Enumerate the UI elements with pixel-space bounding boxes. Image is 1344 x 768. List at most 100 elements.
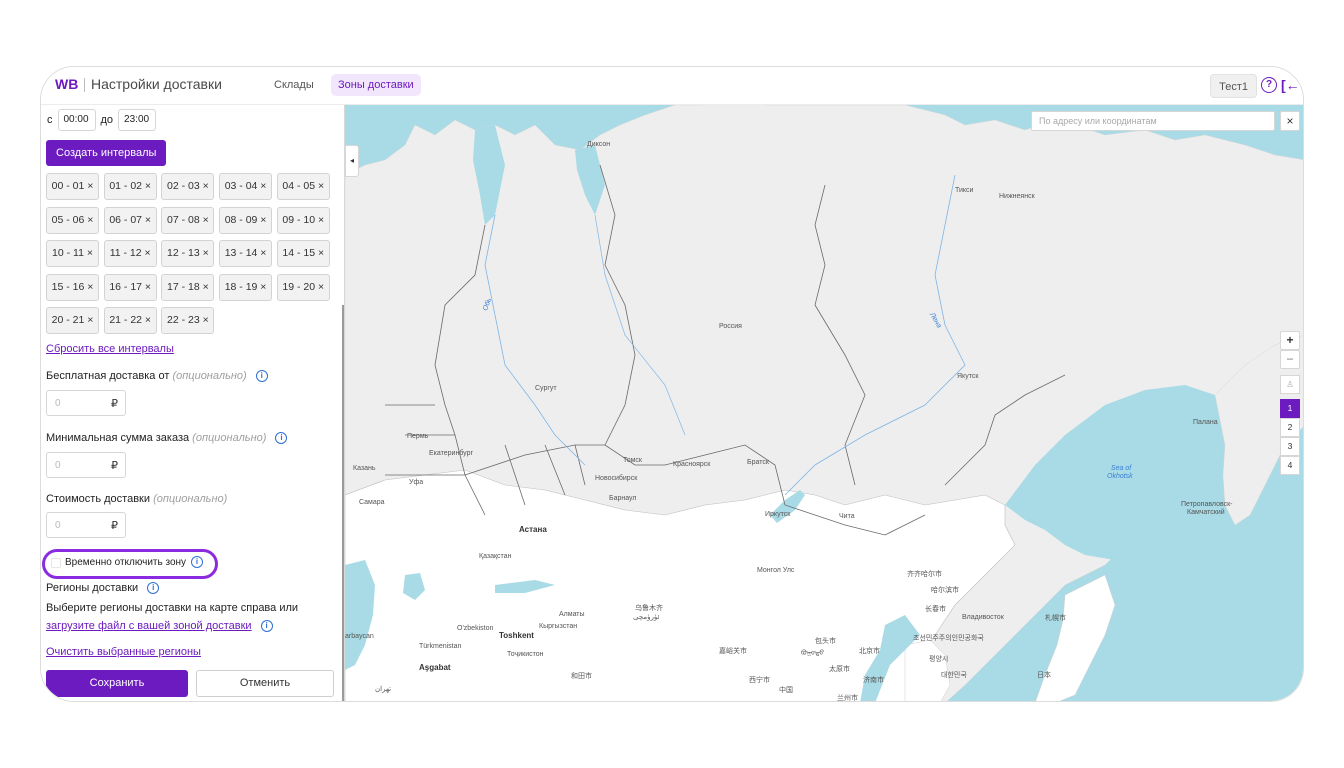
interval-chip[interactable]: 09 - 10 × bbox=[276, 206, 330, 234]
time-to-label: до bbox=[100, 114, 114, 126]
map-label-country: Қазақстан bbox=[479, 553, 512, 560]
logout-icon[interactable]: [← bbox=[1281, 76, 1300, 94]
map-label-city: Братск bbox=[747, 459, 769, 466]
info-icon[interactable]: i bbox=[275, 432, 288, 445]
info-icon[interactable]: i bbox=[191, 556, 203, 568]
map-label-country: 대한민국 bbox=[941, 672, 967, 679]
upload-row: загрузите файл с вашей зоной доставки i bbox=[46, 620, 273, 633]
map-label-city: 北京市 bbox=[859, 648, 880, 655]
map-label-city: Красноярск bbox=[673, 461, 711, 468]
map-label-country: Тоҷикистон bbox=[507, 651, 544, 658]
interval-chip[interactable]: 05 - 06 × bbox=[46, 206, 99, 234]
map-label-city: 兰州市 bbox=[837, 695, 858, 702]
map-label-city: 长春市 bbox=[925, 606, 946, 613]
close-icon[interactable]: × bbox=[1280, 111, 1300, 131]
placeholder: 0 bbox=[55, 520, 61, 531]
min-order-input[interactable]: 0 ₽ bbox=[46, 452, 126, 478]
map-label-country: 中国 bbox=[779, 687, 793, 694]
person-icon[interactable]: ♙ bbox=[1280, 375, 1300, 394]
map-label-country: 日本 bbox=[1037, 672, 1051, 679]
map-canvas[interactable] bbox=[345, 105, 1304, 702]
map-label-city: Уфа bbox=[409, 479, 424, 486]
map-label-city: ئۈرۈمچى bbox=[633, 614, 660, 621]
interval-chip[interactable]: 12 - 13 × bbox=[161, 240, 215, 267]
help-icon[interactable]: ? bbox=[1261, 77, 1277, 93]
interval-chip[interactable]: 22 - 23 × bbox=[161, 307, 215, 334]
tab-delivery-zones[interactable]: Зоны доставки bbox=[331, 74, 421, 96]
optional-hint: (опционально) bbox=[172, 370, 247, 382]
time-from-input[interactable]: 00:00 bbox=[57, 109, 96, 131]
form-actions: Сохранить Отменить bbox=[46, 670, 334, 698]
interval-chip[interactable]: 00 - 01 × bbox=[46, 173, 99, 200]
delivery-cost-input[interactable]: 0 ₽ bbox=[46, 512, 126, 538]
interval-chip[interactable]: 19 - 20 × bbox=[276, 273, 330, 301]
page-title: Настройки доставки bbox=[91, 76, 222, 92]
user-account-button[interactable]: Тест1 bbox=[1210, 74, 1257, 98]
cancel-button[interactable]: Отменить bbox=[196, 670, 334, 697]
interval-chip[interactable]: 08 - 09 × bbox=[219, 206, 273, 234]
map-label-city: Петропавловск- bbox=[1181, 501, 1233, 508]
map-label-country: 조선민주주의인민공화국 bbox=[913, 635, 984, 642]
min-order-label: Минимальная сумма заказа (опционально) i bbox=[46, 432, 288, 445]
ruble-icon: ₽ bbox=[111, 398, 118, 410]
delivery-map[interactable]: Диксон Тикси Нижнеянск Обь Лена Россия С… bbox=[345, 105, 1304, 702]
save-button[interactable]: Сохранить bbox=[46, 670, 188, 697]
interval-chip[interactable]: 15 - 16 × bbox=[46, 273, 99, 301]
map-label-city: 평양시 bbox=[929, 656, 949, 663]
interval-chip[interactable]: 10 - 11 × bbox=[46, 240, 99, 267]
map-label-city: 乌鲁木齐 bbox=[635, 605, 663, 612]
upload-zone-file-link[interactable]: загрузите файл с вашей зоной доставки bbox=[46, 620, 252, 632]
clear-regions-link[interactable]: Очистить выбранные регионы bbox=[46, 646, 201, 658]
top-header: WB Настройки доставки Склады Зоны достав… bbox=[41, 67, 1303, 105]
map-label-city: 齐齐哈尔市 bbox=[907, 571, 942, 578]
map-label-country: Türkmenistan bbox=[419, 643, 462, 650]
interval-chip[interactable]: 04 - 05 × bbox=[276, 173, 330, 200]
delivery-cost-label-text: Стоимость доставки bbox=[46, 493, 150, 505]
interval-chip[interactable]: 13 - 14 × bbox=[219, 240, 273, 267]
layer-button-1[interactable]: 1 bbox=[1280, 399, 1300, 418]
map-label-city: 札幌市 bbox=[1045, 615, 1066, 622]
map-label-city: 太原市 bbox=[829, 666, 850, 673]
collapse-sidebar-button[interactable]: ◂ bbox=[345, 145, 359, 177]
create-intervals-button[interactable]: Создать интервалы bbox=[46, 140, 167, 166]
zoom-out-button[interactable]: − bbox=[1280, 350, 1300, 369]
info-icon[interactable]: i bbox=[147, 582, 160, 595]
info-icon[interactable]: i bbox=[255, 370, 268, 383]
map-label-city: 济南市 bbox=[863, 677, 884, 684]
interval-chip[interactable]: 07 - 08 × bbox=[161, 206, 215, 234]
map-label-city: Сургут bbox=[535, 385, 557, 392]
layer-button-2[interactable]: 2 bbox=[1280, 418, 1300, 437]
free-delivery-input[interactable]: 0 ₽ bbox=[46, 390, 126, 416]
map-search-input[interactable]: По адресу или координатам bbox=[1031, 111, 1275, 131]
interval-chip[interactable]: 16 - 17 × bbox=[103, 273, 157, 301]
wb-logo[interactable]: WB bbox=[55, 76, 78, 92]
interval-chip[interactable]: 14 - 15 × bbox=[276, 240, 330, 267]
map-label-city: Барнаул bbox=[609, 495, 637, 502]
interval-chip[interactable]: 17 - 18 × bbox=[161, 273, 215, 301]
disable-zone-label: Временно отключить зону bbox=[65, 557, 187, 568]
map-label-sea: Okhotsk bbox=[1107, 473, 1133, 480]
disable-zone-checkbox[interactable] bbox=[51, 558, 61, 568]
interval-chip[interactable]: 06 - 07 × bbox=[103, 206, 157, 234]
time-to-input[interactable]: 23:00 bbox=[118, 109, 157, 131]
info-icon[interactable]: i bbox=[260, 620, 273, 633]
interval-chip[interactable]: 03 - 04 × bbox=[219, 173, 273, 200]
map-label-city: Самара bbox=[359, 499, 385, 506]
optional-hint: (опционально) bbox=[192, 432, 267, 444]
interval-chip[interactable]: 01 - 02 × bbox=[103, 173, 157, 200]
layer-button-3[interactable]: 3 bbox=[1280, 437, 1300, 456]
layer-button-4[interactable]: 4 bbox=[1280, 456, 1300, 475]
interval-chip[interactable]: 18 - 19 × bbox=[219, 273, 273, 301]
sidebar-scrollbar[interactable] bbox=[342, 305, 344, 701]
map-label-capital: Астана bbox=[519, 525, 547, 534]
map-label-country: Россия bbox=[719, 323, 742, 330]
tab-warehouses[interactable]: Склады bbox=[267, 74, 321, 96]
reset-intervals-link[interactable]: Сбросить все интервалы bbox=[46, 343, 174, 355]
zoom-in-button[interactable]: + bbox=[1280, 331, 1300, 350]
map-label-city: Казань bbox=[353, 465, 376, 472]
disable-zone-toggle-highlight[interactable]: Временно отключить зону i bbox=[42, 549, 218, 579]
interval-chip[interactable]: 02 - 03 × bbox=[161, 173, 215, 200]
interval-chip[interactable]: 11 - 12 × bbox=[103, 240, 157, 267]
interval-chip[interactable]: 21 - 22 × bbox=[103, 307, 157, 334]
interval-chip[interactable]: 20 - 21 × bbox=[46, 307, 99, 334]
